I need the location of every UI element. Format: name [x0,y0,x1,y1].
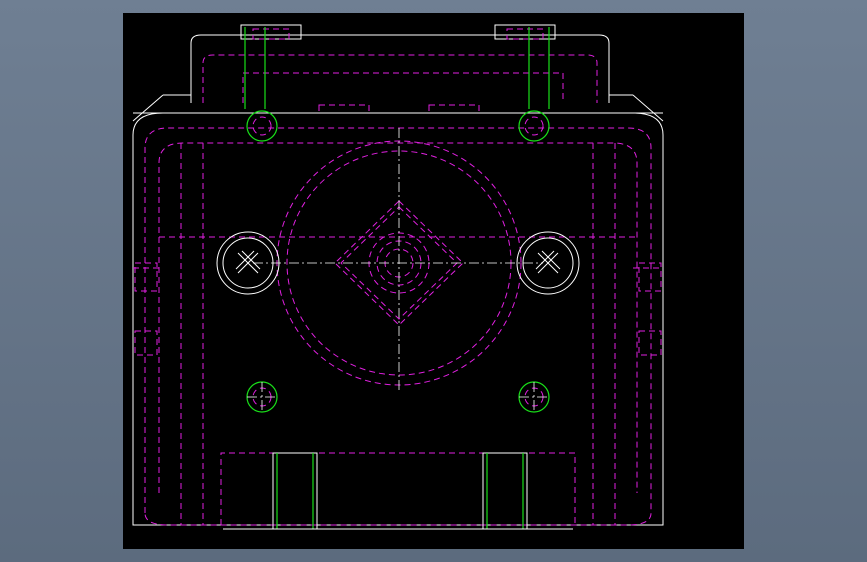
main-block [132,112,664,526]
cad-drawing: .w { stroke: #ffffff; stroke-width: 1; f… [132,24,664,530]
large-bore [253,128,543,393]
dowel-holes [246,110,550,413]
top-plate [132,24,664,122]
bottom-slots [220,452,576,530]
cad-viewport[interactable]: .w { stroke: #ffffff; stroke-width: 1; f… [123,13,744,549]
left-cross-screw [216,231,280,295]
